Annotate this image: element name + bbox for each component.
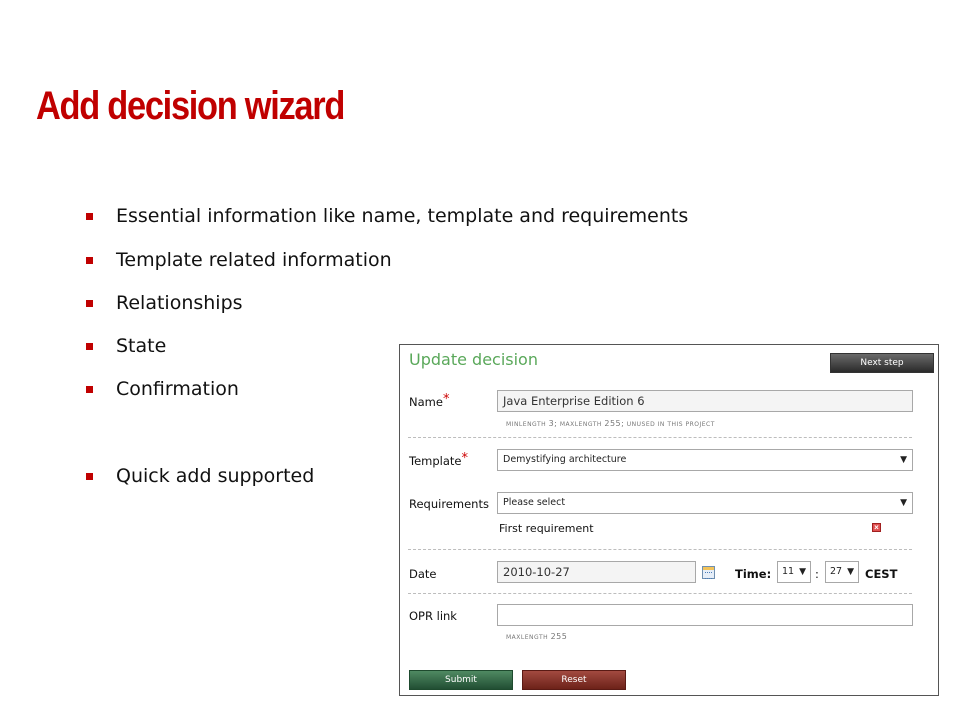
chevron-down-icon: ▼ <box>900 498 907 508</box>
bullet-text: Quick add supported <box>116 465 315 487</box>
bullet-text: Template related information <box>116 249 392 271</box>
hint-minlength-label: minlength <box>506 421 547 428</box>
requirements-selected: Please select <box>503 497 566 508</box>
opr-link-hint: maxlength 255 <box>506 632 567 641</box>
time-separator: : <box>815 567 819 581</box>
time-label: Time: <box>735 567 772 581</box>
hour-value: 11 <box>782 566 795 577</box>
hour-select[interactable]: 11 ▼ <box>777 561 811 583</box>
bullet-text: Confirmation <box>116 378 239 400</box>
name-label: Name* <box>409 392 450 410</box>
template-label: Template* <box>409 451 468 469</box>
square-bullet-icon <box>86 300 93 307</box>
square-bullet-icon <box>86 213 93 220</box>
template-selected: Demystifying architecture <box>503 454 627 465</box>
square-bullet-icon <box>86 386 93 393</box>
date-input[interactable]: 2010-10-27 <box>497 561 696 583</box>
required-mark: * <box>461 451 468 466</box>
slide-title: Add decision wizard <box>36 84 345 128</box>
required-mark: * <box>442 392 450 407</box>
hint-unused: unused in this project <box>626 421 715 428</box>
form-title: Update decision <box>409 350 538 369</box>
hint-maxlength-value: 255; <box>604 419 625 428</box>
submit-button[interactable]: Submit <box>409 670 513 690</box>
name-label-text: Name <box>409 395 443 409</box>
square-bullet-icon <box>86 343 93 350</box>
requirement-item: First requirement <box>499 522 594 535</box>
template-label-text: Template <box>409 454 462 468</box>
opr-link-input[interactable] <box>497 604 913 626</box>
bullet-text: Relationships <box>116 292 243 314</box>
name-input[interactable]: Java Enterprise Edition 6 <box>497 390 913 412</box>
calendar-icon[interactable] <box>702 566 715 579</box>
name-hint: minlength 3; maxlength 255; unused in th… <box>506 419 715 428</box>
remove-icon[interactable]: × <box>872 523 881 532</box>
requirements-select[interactable]: Please select ▼ <box>497 492 913 514</box>
hint-maxlength-label: maxlength <box>559 421 602 428</box>
divider <box>408 437 912 438</box>
divider <box>408 549 912 550</box>
reset-button[interactable]: Reset <box>522 670 626 690</box>
square-bullet-icon <box>86 473 93 480</box>
minute-value: 27 <box>830 566 843 577</box>
next-step-button[interactable]: Next step <box>830 353 934 373</box>
chevron-down-icon: ▼ <box>847 567 854 577</box>
chevron-down-icon: ▼ <box>799 567 806 577</box>
template-select[interactable]: Demystifying architecture ▼ <box>497 449 913 471</box>
hint-maxlength-value: 255 <box>550 632 568 641</box>
bullet-text: State <box>116 335 167 357</box>
opr-link-label: OPR link <box>409 609 457 623</box>
bullet-text: Essential information like name, templat… <box>116 205 689 227</box>
divider <box>408 593 912 594</box>
timezone: CEST <box>865 567 898 581</box>
hint-minlength-value: 3; <box>548 419 558 428</box>
hint-maxlength-label: maxlength <box>506 634 549 641</box>
requirements-label: Requirements <box>409 497 489 511</box>
square-bullet-icon <box>86 257 93 264</box>
chevron-down-icon: ▼ <box>900 455 907 465</box>
update-decision-form: Update decision Next step Name* Java Ent… <box>399 344 939 696</box>
date-label: Date <box>409 567 437 581</box>
minute-select[interactable]: 27 ▼ <box>825 561 859 583</box>
